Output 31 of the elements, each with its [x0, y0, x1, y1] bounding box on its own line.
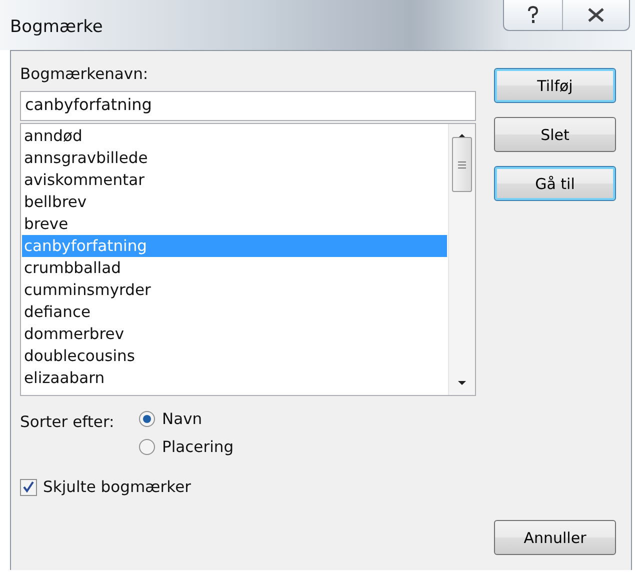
bookmark-item[interactable]: aviskommentar — [22, 169, 447, 191]
sort-label: Sorter efter: — [20, 412, 116, 433]
dialog-button[interactable]: Slet — [494, 117, 616, 152]
bookmark-item[interactable]: dommerbrev — [22, 323, 447, 345]
radio-button[interactable] — [138, 410, 156, 428]
grip-icon — [458, 160, 466, 168]
bookmark-item[interactable]: defiance — [22, 301, 447, 323]
bookmark-item[interactable]: doublecousins — [22, 345, 447, 367]
bookmark-item[interactable]: crumbballad — [22, 257, 447, 279]
close-icon — [587, 8, 605, 22]
cancel-button[interactable]: Annuller — [494, 520, 616, 555]
radio-label[interactable]: Navn — [162, 410, 202, 428]
bookmark-item[interactable]: elizaabarn — [22, 367, 447, 389]
help-icon — [526, 5, 540, 25]
scroll-down-icon[interactable] — [457, 379, 467, 387]
bookmark-item[interactable]: breve — [22, 213, 447, 235]
bookmark-item[interactable]: anndød — [22, 125, 447, 147]
dialog-button[interactable]: Tilføj — [494, 68, 616, 103]
window-title: Bogmærke — [10, 17, 103, 37]
bookmark-item[interactable]: bellbrev — [22, 191, 447, 213]
checkbox-label[interactable]: Skjulte bogmærker — [43, 478, 191, 496]
dialog-button[interactable]: Gå til — [494, 166, 616, 201]
radio-button[interactable] — [138, 438, 156, 456]
field-label: Bogmærkenavn: — [20, 65, 150, 85]
bookmark-item[interactable]: annsgravbillede — [22, 147, 447, 169]
bookmark-item[interactable]: cumminsmyrder — [22, 279, 447, 301]
checkbox[interactable] — [20, 478, 37, 496]
scroll-thumb[interactable] — [452, 137, 472, 192]
bookmark-name-field[interactable]: canbyforfatning — [20, 91, 476, 121]
scrollbar[interactable] — [448, 124, 475, 395]
radio-label[interactable]: Placering — [162, 438, 234, 456]
